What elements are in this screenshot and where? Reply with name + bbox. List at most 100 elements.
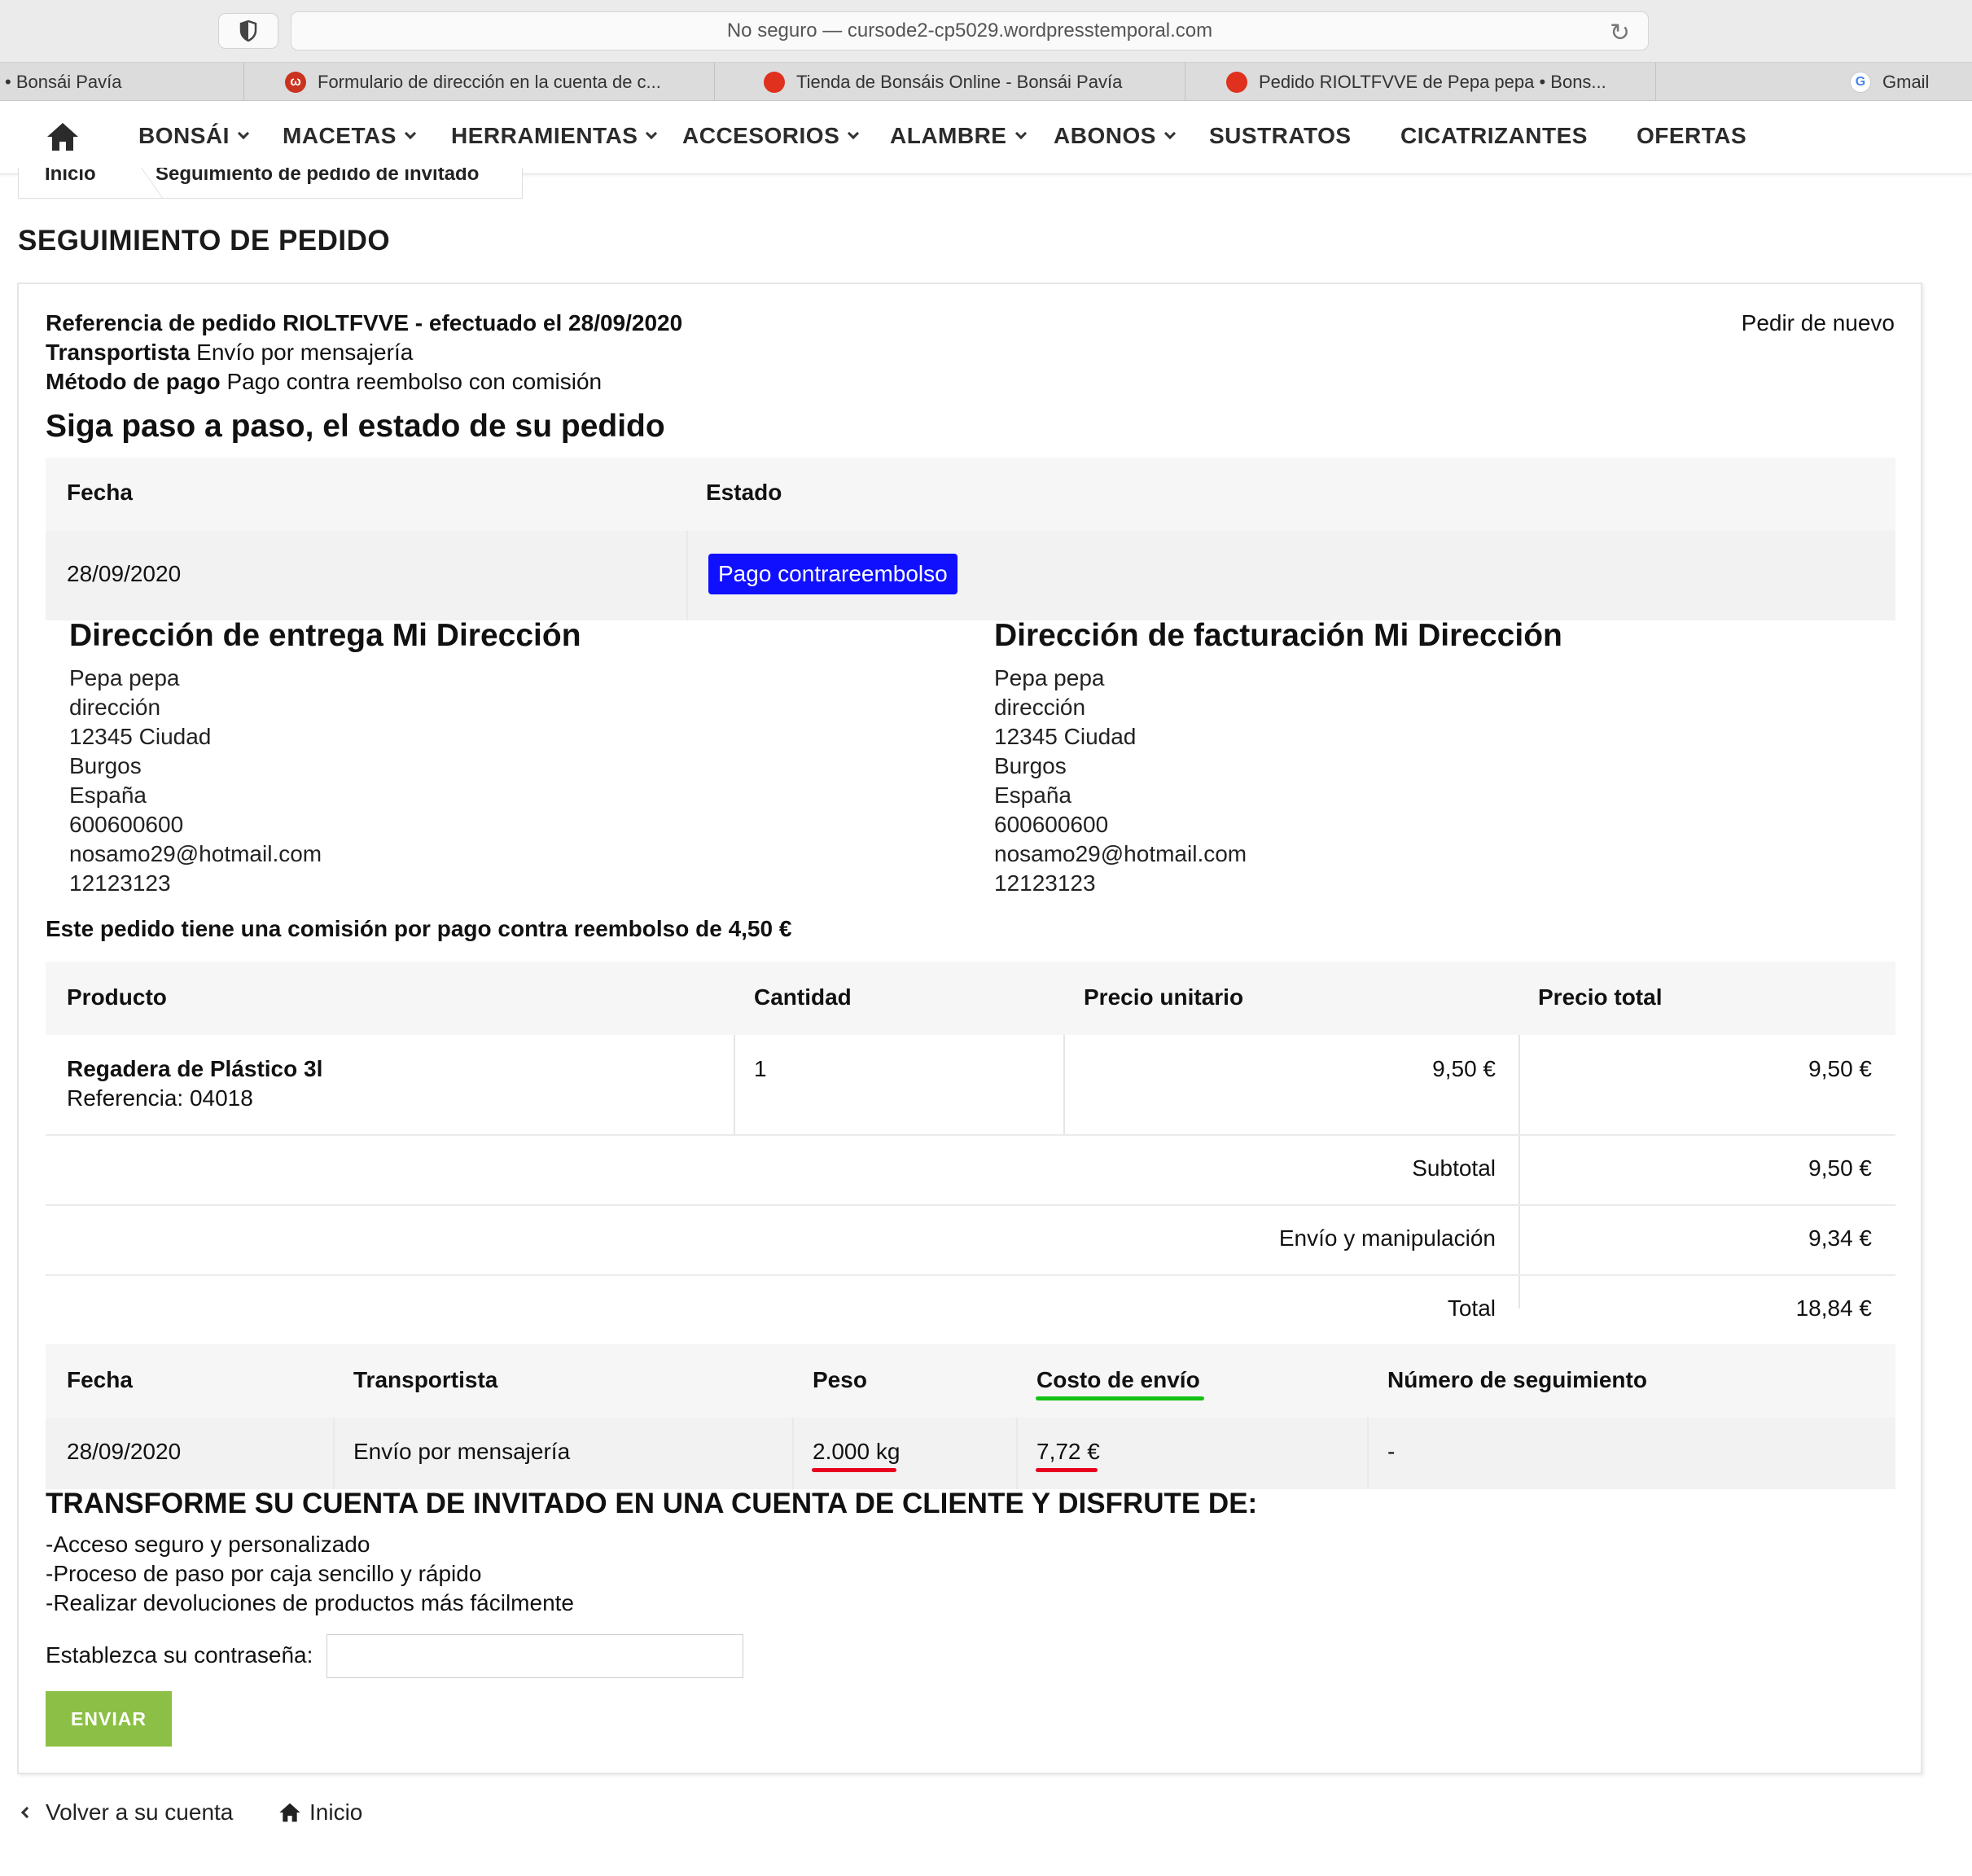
site-favicon-icon	[1226, 72, 1247, 93]
nav-bonsai[interactable]: BONSÁI	[138, 123, 249, 149]
back-to-account-link[interactable]: Volver a su cuenta	[20, 1799, 234, 1826]
annotation-underline-green	[1036, 1396, 1204, 1400]
product-unit-price: 9,50 €	[1432, 1056, 1496, 1081]
history-heading: Siga paso a paso, el estado de su pedido	[46, 409, 665, 444]
nav-cicatrizantes[interactable]: CICATRIZANTES	[1400, 123, 1588, 149]
address-line: nosamo29@hotmail.com	[994, 841, 1247, 866]
subtotal-value: 9,50 €	[1808, 1155, 1872, 1181]
send-button[interactable]: ENVIAR	[46, 1691, 172, 1747]
benefit-item: -Acceso seguro y personalizado	[46, 1532, 370, 1557]
address-line: Pepa pepa	[994, 665, 1105, 690]
tab-address-form[interactable]: ω Formulario de dirección en la cuenta d…	[244, 63, 715, 102]
cell-divider	[1016, 1418, 1018, 1489]
history-header-row	[46, 458, 1895, 531]
nav-label: CICATRIZANTES	[1400, 123, 1588, 148]
tab-label: Formulario de dirección en la cuenta de …	[318, 72, 661, 92]
nav-label: ALAMBRE	[890, 123, 1007, 148]
ship-row-tracking: -	[1387, 1439, 1396, 1464]
nav-alambre[interactable]: ALAMBRE	[890, 123, 1027, 149]
privacy-shield-button[interactable]	[218, 13, 278, 49]
browser-toolbar: No seguro — cursode2-cp5029.wordpresstem…	[0, 0, 1972, 62]
cell-divider	[1367, 1418, 1369, 1489]
payment-label: Método de pago	[46, 369, 221, 394]
tab-label: Tienda de Bonsáis Online - Bonsái Pavía	[796, 72, 1123, 92]
google-favicon-icon: G	[1850, 72, 1871, 93]
tab-strip: • Bonsái Pavía ω Formulario de dirección…	[0, 62, 1972, 102]
address-line: España	[69, 782, 147, 808]
cell-divider	[792, 1418, 794, 1489]
address-line: 12345 Ciudad	[69, 724, 212, 749]
billing-address-heading: Dirección de facturación Mi Dirección	[994, 618, 1562, 653]
page-title: SEGUIMIENTO DE PEDIDO	[18, 225, 391, 256]
tab-order-detail[interactable]: Pedido RIOLTFVVE de Pepa pepa • Bons...	[1185, 63, 1656, 102]
nav-label: MACETAS	[283, 123, 397, 148]
tab-label: • Bonsái Pavía	[5, 72, 122, 92]
address-line: Burgos	[994, 753, 1067, 778]
chevron-down-icon	[237, 127, 249, 140]
product-name: Regadera de Plástico 3l	[67, 1056, 323, 1081]
address-bar[interactable]: No seguro — cursode2-cp5029.wordpresstem…	[291, 11, 1649, 50]
address-line: 12123123	[994, 870, 1096, 896]
shield-icon	[239, 20, 257, 42]
password-input[interactable]	[326, 1634, 743, 1678]
benefit-item: -Proceso de paso por caja sencillo y ráp…	[46, 1561, 482, 1586]
product-reference: Referencia: 04018	[67, 1085, 253, 1111]
site-favicon-icon	[764, 72, 785, 93]
col-total-price: Precio total	[1538, 984, 1663, 1010]
ship-col-tracking: Número de seguimiento	[1387, 1367, 1647, 1392]
ship-row-cost: 7,72 €	[1036, 1439, 1100, 1464]
ship-col-date: Fecha	[67, 1367, 133, 1392]
cell-divider	[734, 1035, 735, 1134]
order-carrier: Transportista Envío por mensajería	[46, 340, 413, 366]
address-line: Pepa pepa	[69, 665, 180, 690]
breadcrumb: Inicio Seguimiento de pedido de invitado	[18, 168, 523, 199]
delivery-address-heading: Dirección de entrega Mi Dirección	[69, 618, 581, 653]
ship-col-carrier: Transportista	[353, 1367, 498, 1392]
footer-home-link[interactable]: Inicio	[278, 1799, 362, 1826]
wordpress-favicon-icon: ω	[285, 72, 306, 93]
ship-col-cost: Costo de envío	[1036, 1367, 1200, 1392]
annotation-underline-red	[812, 1468, 896, 1472]
home-icon[interactable]	[46, 121, 80, 156]
tab-label: Gmail	[1882, 72, 1930, 92]
row-divider	[46, 1204, 1895, 1206]
nav-sustratos[interactable]: SUSTRATOS	[1209, 123, 1352, 149]
guest-heading: TRANSFORME SU CUENTA DE INVITADO EN UNA …	[46, 1488, 1258, 1519]
row-divider	[46, 1274, 1895, 1276]
address-line: 12345 Ciudad	[994, 724, 1137, 749]
col-product: Producto	[67, 984, 167, 1010]
carrier-value: Envío por mensajería	[196, 340, 414, 365]
breadcrumb-separator	[90, 168, 165, 198]
ship-row-weight: 2.000 kg	[813, 1439, 901, 1464]
tab-bonsai-pavia[interactable]: • Bonsái Pavía	[0, 63, 244, 102]
cell-divider	[1518, 1035, 1520, 1308]
nav-ofertas[interactable]: OFERTAS	[1637, 123, 1746, 149]
commission-note: Este pedido tiene una comisión por pago …	[46, 916, 792, 941]
col-quantity: Cantidad	[754, 984, 852, 1010]
home-label: Inicio	[309, 1799, 363, 1825]
order-detail-box: Referencia de pedido RIOLTFVVE - efectua…	[17, 283, 1922, 1774]
nav-label: ACCESORIOS	[682, 123, 840, 148]
delivery-address: Pepa pepa dirección 12345 Ciudad Burgos …	[69, 664, 322, 898]
total-label: Total	[1447, 1295, 1496, 1321]
breadcrumb-home[interactable]: Inicio	[45, 168, 96, 186]
address-line: 600600600	[69, 812, 184, 837]
nav-abonos[interactable]: ABONOS	[1054, 123, 1176, 149]
total-value: 18,84 €	[1795, 1295, 1872, 1321]
reload-icon[interactable]: ↻	[1610, 19, 1630, 47]
tab-gmail[interactable]: G Gmail	[1656, 63, 1972, 102]
nav-herramientas[interactable]: HERRAMIENTAS	[451, 123, 658, 149]
ship-row-carrier: Envío por mensajería	[353, 1439, 571, 1464]
address-line: 12123123	[69, 870, 171, 896]
nav-macetas[interactable]: MACETAS	[283, 123, 416, 149]
address-line: España	[994, 782, 1071, 808]
ship-col-weight: Peso	[813, 1367, 867, 1392]
nav-label: HERRAMIENTAS	[451, 123, 638, 148]
reorder-link[interactable]: Pedir de nuevo	[1742, 310, 1895, 336]
history-row-date: 28/09/2020	[67, 561, 182, 586]
billing-address: Pepa pepa dirección 12345 Ciudad Burgos …	[994, 664, 1247, 898]
chevron-left-icon	[20, 1806, 33, 1819]
tab-bonsai-shop[interactable]: Tienda de Bonsáis Online - Bonsái Pavía	[715, 63, 1185, 102]
back-label: Volver a su cuenta	[46, 1799, 234, 1825]
nav-accesorios[interactable]: ACCESORIOS	[682, 123, 860, 149]
